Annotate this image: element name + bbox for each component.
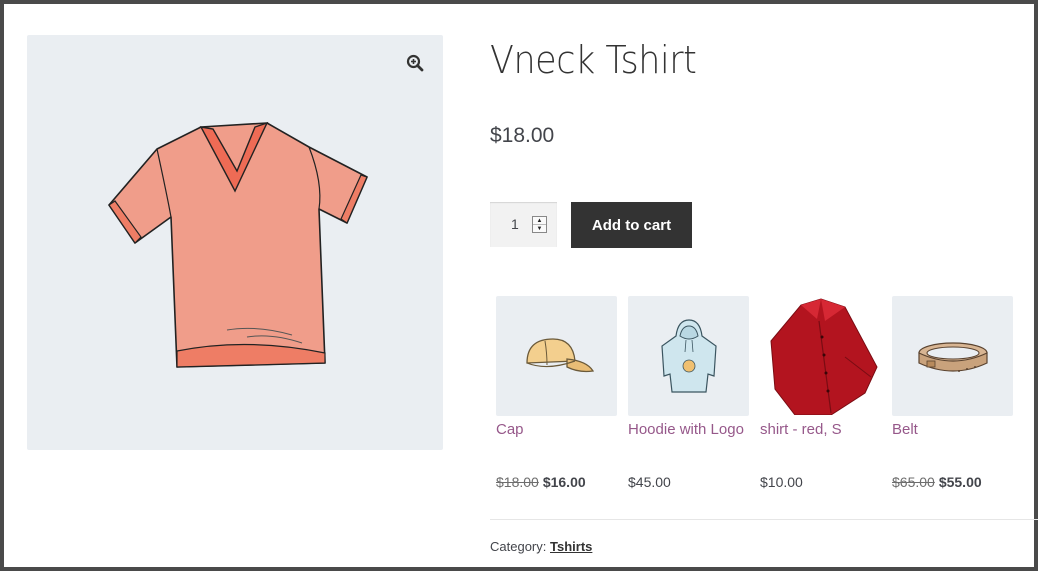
related-item-price: $18.00 $16.00 [496,474,586,490]
related-item-name[interactable]: Belt [892,421,918,438]
original-price: $65.00 [892,474,935,490]
related-item-price: $45.00 [628,474,671,490]
product-gallery [27,35,443,450]
browser-frame: Vneck Tshirt $18.00 1 ▲ ▼ Add to cart Ca… [0,0,1038,571]
category-link[interactable]: Tshirts [550,539,592,554]
price: $10.00 [760,474,803,490]
related-item-price: $10.00 [760,474,803,490]
product-price: $18.00 [490,124,555,147]
product-meta: Category: Tshirts [490,539,592,554]
related-item-name[interactable]: shirt - red, S [760,421,842,438]
quantity-spinner[interactable]: ▲ ▼ [532,216,547,233]
vneck-tshirt-image[interactable] [97,105,377,385]
related-item-name[interactable]: Cap [496,421,524,438]
product-title: Vneck Tshirt [490,38,697,82]
category-label: Category: [490,539,547,554]
sale-price: $16.00 [542,474,586,490]
related-item-shirt-red-s: shirt - red, S $10.00 [760,296,881,490]
original-price: $18.00 [496,474,539,490]
add-to-cart-button[interactable]: Add to cart [571,202,692,248]
related-item-price: $65.00 $55.00 [892,474,982,490]
quantity-value[interactable]: 1 [511,216,519,232]
cap-image[interactable] [496,296,617,416]
sale-price: $55.00 [938,474,982,490]
quantity-stepper[interactable]: 1 ▲ ▼ [490,202,557,247]
related-item-cap: Cap $18.00 $16.00 [496,296,617,490]
hoodie-image[interactable] [628,296,749,416]
meta-divider [490,519,1038,520]
related-item-hoodie-with-logo: Hoodie with Logo $45.00 [628,296,749,490]
related-item-belt: Belt $65.00 $55.00 [892,296,1013,490]
red-shirt-image[interactable] [760,296,881,416]
belt-image[interactable] [892,296,1013,416]
related-item-name[interactable]: Hoodie with Logo [628,421,744,438]
price: $45.00 [628,474,671,490]
zoom-in-icon[interactable] [401,49,429,77]
increment-arrow-icon[interactable]: ▲ [533,217,546,224]
decrement-arrow-icon[interactable]: ▼ [533,224,546,232]
